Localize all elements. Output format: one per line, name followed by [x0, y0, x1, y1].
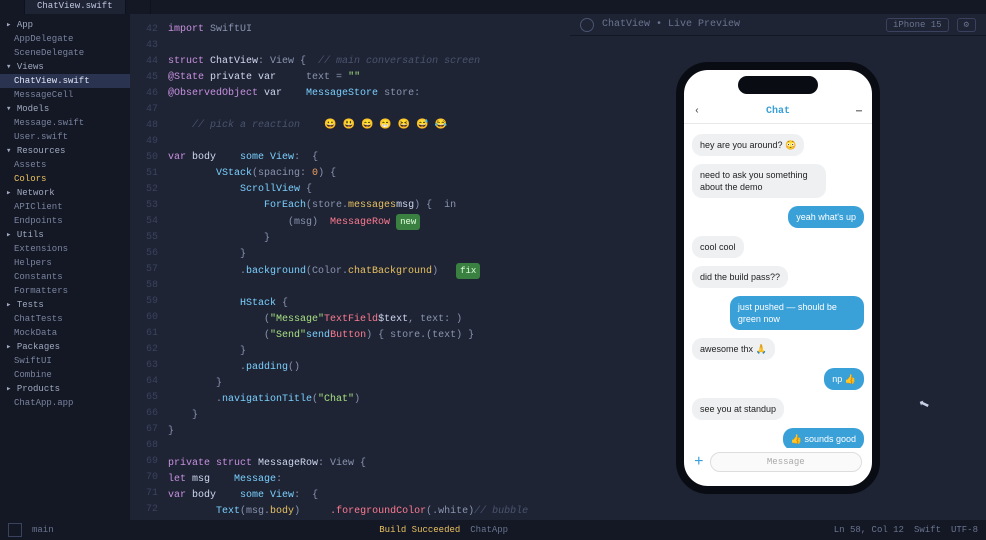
status-bar: main Build Succeeded ChatApp Ln 58, Col … [0, 520, 986, 540]
tree-item-16[interactable]: Extensions [0, 242, 130, 256]
tree-item-2[interactable]: SceneDelegate [0, 46, 130, 60]
branch-label[interactable]: main [32, 525, 54, 535]
tree-item-19[interactable]: Formatters [0, 284, 130, 298]
tree-item-4[interactable]: ChatView.swift [0, 74, 130, 88]
code-body[interactable]: import SwiftUI struct ChatView: View { /… [164, 14, 570, 520]
message-bubble-8[interactable]: see you at standup [692, 398, 784, 420]
chat-input-bar: + Message [684, 448, 872, 476]
phone-notch [738, 76, 818, 94]
phone-navbar: ‹ Chat ⋯ [684, 100, 872, 124]
back-button[interactable]: ‹ [694, 106, 700, 117]
chat-title: Chat [766, 106, 790, 117]
tree-item-18[interactable]: Constants [0, 270, 130, 284]
file-tree: ▸ AppAppDelegateSceneDelegate▾ ViewsChat… [0, 14, 130, 520]
run-preview-button[interactable] [580, 18, 594, 32]
tab-1[interactable]: ChatView.swift [25, 0, 126, 14]
message-bubble-0[interactable]: hey are you around? 😳 [692, 134, 804, 156]
cursor-position: Ln 58, Col 12 [834, 525, 904, 535]
tree-item-5[interactable]: MessageCell [0, 88, 130, 102]
preview-title: ChatView • Live Preview [602, 19, 740, 30]
tab-2[interactable] [126, 0, 151, 14]
preview-panel: ChatView • Live Preview iPhone 15 ⚙ ‹ Ch… [570, 14, 986, 520]
tree-item-3[interactable]: ▾ Views [0, 60, 130, 74]
message-input[interactable]: Message [710, 452, 862, 472]
preview-settings-icon[interactable]: ⚙ [957, 18, 976, 32]
tree-item-8[interactable]: User.swift [0, 130, 130, 144]
target-label: ChatApp [470, 525, 508, 535]
message-bubble-5[interactable]: just pushed — should be green now [730, 296, 864, 330]
tree-item-20[interactable]: ▸ Tests [0, 298, 130, 312]
tree-item-15[interactable]: ▸ Utils [0, 228, 130, 242]
tab-0[interactable] [0, 0, 25, 14]
message-bubble-7[interactable]: np 👍 [824, 368, 864, 390]
tree-item-7[interactable]: Message.swift [0, 116, 130, 130]
tree-item-6[interactable]: ▾ Models [0, 102, 130, 116]
tree-item-21[interactable]: ChatTests [0, 312, 130, 326]
tree-item-23[interactable]: ▸ Packages [0, 340, 130, 354]
message-bubble-6[interactable]: awesome thx 🙏 [692, 338, 775, 360]
code-editor[interactable]: 42 43 44 45 46 47 48 49 50 51 52 53 54 5… [130, 14, 570, 520]
tree-item-17[interactable]: Helpers [0, 256, 130, 270]
sidebar-toggle-icon[interactable] [8, 523, 22, 537]
tree-item-12[interactable]: ▸ Network [0, 186, 130, 200]
message-bubble-1[interactable]: need to ask you something about the demo [692, 164, 826, 198]
tree-item-1[interactable]: AppDelegate [0, 32, 130, 46]
message-bubble-4[interactable]: did the build pass?? [692, 266, 788, 288]
tree-item-14[interactable]: Endpoints [0, 214, 130, 228]
device-picker[interactable]: iPhone 15 [886, 18, 949, 32]
preview-canvas: ‹ Chat ⋯ hey are you around? 😳 need to as… [570, 36, 986, 520]
line-gutter: 42 43 44 45 46 47 48 49 50 51 52 53 54 5… [130, 14, 164, 520]
tree-item-25[interactable]: Combine [0, 368, 130, 382]
tree-item-24[interactable]: SwiftUI [0, 354, 130, 368]
tree-item-27[interactable]: ChatApp.app [0, 396, 130, 410]
tree-item-13[interactable]: APIClient [0, 200, 130, 214]
encoding-label[interactable]: UTF-8 [951, 525, 978, 535]
tab-strip: ChatView.swift [0, 0, 986, 14]
tree-item-0[interactable]: ▸ App [0, 18, 130, 32]
language-mode[interactable]: Swift [914, 525, 941, 535]
tree-item-10[interactable]: Assets [0, 158, 130, 172]
preview-toolbar: ChatView • Live Preview iPhone 15 ⚙ [570, 14, 986, 36]
tree-item-22[interactable]: MockData [0, 326, 130, 340]
tree-item-9[interactable]: ▾ Resources [0, 144, 130, 158]
tree-item-11[interactable]: Colors [0, 172, 130, 186]
message-bubble-9[interactable]: 👍 sounds good [783, 428, 864, 448]
attach-button[interactable]: + [694, 453, 704, 471]
message-bubble-3[interactable]: cool cool [692, 236, 744, 258]
chat-scroll[interactable]: hey are you around? 😳 need to ask you som… [684, 124, 872, 448]
tree-item-26[interactable]: ▸ Products [0, 382, 130, 396]
build-status: Build Succeeded [379, 525, 460, 535]
message-bubble-2[interactable]: yeah what's up [788, 206, 864, 228]
phone-mock[interactable]: ‹ Chat ⋯ hey are you around? 😳 need to as… [676, 62, 880, 494]
menu-button[interactable]: ⋯ [856, 106, 862, 118]
